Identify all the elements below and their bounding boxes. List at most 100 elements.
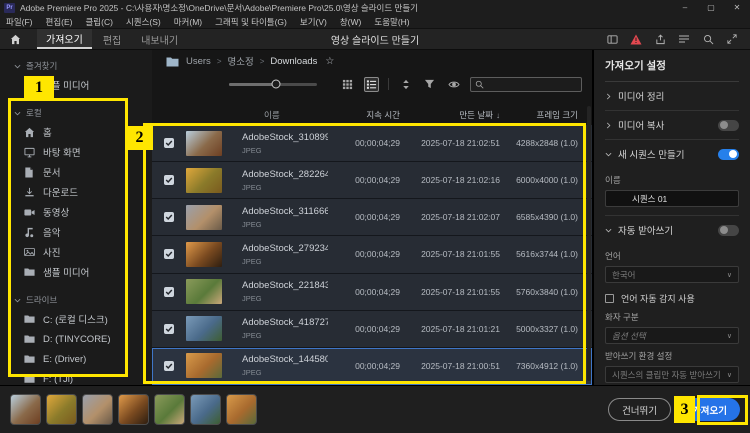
row-checkbox[interactable] (164, 175, 174, 186)
local-item-2[interactable]: 바탕 화면 (0, 142, 152, 162)
column-duration[interactable]: 지속 시간 (328, 109, 400, 121)
media-copy-toggle[interactable] (718, 119, 739, 131)
language-select[interactable]: 한국어 ∨ (605, 266, 739, 283)
transcript-pref-select[interactable]: 시퀀스의 클립만 자동 받아쓰기 ∨ (605, 366, 739, 383)
row-checkbox[interactable] (164, 360, 174, 371)
local-item-8[interactable]: 샘플 미디어 (0, 262, 152, 282)
file-thumbnail (186, 316, 222, 342)
menu-item-2[interactable]: 편집(E) (46, 16, 73, 28)
file-created: 2025-07-18 21:01:55 (421, 249, 500, 260)
local-item-5[interactable]: 동영상 (0, 202, 152, 222)
favorites-section-header[interactable]: 즐겨찾기 (0, 56, 152, 75)
menu-item-1[interactable]: 파일(F) (6, 16, 33, 28)
section-media-copy[interactable]: 미디어 복사 (605, 111, 739, 140)
menu-item-3[interactable]: 클립(C) (85, 16, 112, 28)
local-item-3[interactable]: 문서 (0, 162, 152, 182)
strip-thumbnail[interactable] (82, 394, 113, 425)
favorite-star-icon[interactable]: ☆ (325, 56, 334, 67)
fullscreen-icon[interactable] (726, 33, 738, 45)
menu-item-9[interactable]: 도움말(H) (374, 16, 409, 28)
row-checkbox[interactable] (164, 249, 174, 260)
section-media-organize[interactable]: 미디어 정리 (605, 82, 739, 111)
quick-search-icon[interactable] (702, 33, 714, 45)
row-checkbox[interactable] (164, 212, 174, 223)
table-row[interactable]: AdobeStock_310899965 JPEG 00;00;04;29 2025-… (152, 125, 592, 163)
strip-thumbnail[interactable] (10, 394, 41, 425)
file-name: AdobeStock_144580870 (242, 354, 328, 366)
table-row[interactable]: AdobeStock_311666042 JPEG 00;00;04;29 2025-… (152, 199, 592, 237)
local-section-label: 로컬 (26, 108, 42, 118)
table-row[interactable]: AdobeStock_282264778 JPEG 00;00;04;29 2025-… (152, 162, 592, 200)
row-checkbox[interactable] (164, 138, 174, 149)
new-sequence-toggle[interactable] (718, 148, 739, 160)
table-row[interactable]: AdobeStock_279234009 JPEG 00;00;04;29 2025-… (152, 236, 592, 274)
minimize-button[interactable]: – (672, 0, 698, 15)
file-format: JPEG (242, 256, 262, 266)
grid-view-icon[interactable] (340, 77, 355, 92)
row-checkbox[interactable] (164, 286, 174, 297)
section-new-sequence[interactable]: 새 시퀀스 만들기 (605, 140, 739, 168)
local-item-6[interactable]: 음악 (0, 222, 152, 242)
breadcrumb-segment[interactable]: Downloads (270, 56, 317, 67)
tab-import[interactable]: 가져오기 (37, 29, 92, 49)
column-frame-size[interactable]: 프레임 크기 (500, 109, 592, 121)
warning-icon[interactable] (630, 33, 642, 45)
share-icon[interactable] (654, 33, 666, 45)
speaker-select[interactable]: 옵션 선택 ∨ (605, 327, 739, 344)
header-icons (606, 33, 750, 45)
drive-item-1[interactable]: C: (로컬 디스크) (0, 309, 152, 329)
strip-thumbnail[interactable] (154, 394, 185, 425)
maximize-button[interactable]: ▢ (698, 0, 724, 15)
sort-icon[interactable] (398, 77, 413, 92)
vertical-scrollbar[interactable] (587, 106, 591, 381)
table-row[interactable]: AdobeStock_144580870 JPEG 00;00;04;29 2025-… (152, 347, 592, 385)
search-input[interactable] (488, 79, 577, 89)
column-name[interactable]: 이름 (234, 109, 328, 121)
menu-item-8[interactable]: 창(W) (340, 16, 362, 28)
menu-item-5[interactable]: 마커(M) (174, 16, 202, 28)
breadcrumb-segment[interactable]: 명소정 (227, 54, 253, 68)
main-area: 즐겨찾기 샘플 미디어 로컬 홈 바탕 화면 문서 다운로드 동영상 음악 사진 샘플 미디어… (0, 50, 750, 385)
local-item-1[interactable]: 홈 (0, 122, 152, 142)
strip-thumbnail[interactable] (190, 394, 221, 425)
row-checkbox[interactable] (164, 323, 174, 334)
drives-section-header[interactable]: 드라이브 (0, 290, 152, 309)
menu-item-7[interactable]: 보기(V) (300, 16, 327, 28)
tab-edit[interactable]: 편집 (94, 29, 130, 49)
thumbnail-size-slider[interactable] (229, 79, 317, 89)
tab-export[interactable]: 내보내기 (132, 29, 187, 49)
strip-thumbnail[interactable] (118, 394, 149, 425)
local-item-4[interactable]: 다운로드 (0, 182, 152, 202)
drive-item-2[interactable]: D: (TINYCORE) (0, 329, 152, 349)
filter-icon[interactable] (422, 77, 437, 92)
drive-item-4[interactable]: F: (TJl) (0, 369, 152, 385)
table-row[interactable]: AdobeStock_221843437 JPEG 00;00;04;29 2025-… (152, 273, 592, 311)
list-view-icon[interactable] (364, 76, 379, 92)
close-button[interactable]: ✕ (724, 0, 750, 15)
stack-icon[interactable] (678, 33, 690, 45)
home-icon[interactable] (10, 34, 21, 45)
import-button[interactable]: 가져오기 (679, 398, 740, 421)
skip-button[interactable]: 건너뛰기 (608, 398, 672, 421)
preview-eye-icon[interactable] (446, 77, 461, 92)
sequence-name-input[interactable]: 시퀀스 01 (605, 190, 739, 207)
drive-item-3[interactable]: E: (Driver) (0, 349, 152, 369)
favorites-item-1[interactable]: 샘플 미디어 (0, 75, 152, 95)
workspace-icon[interactable] (606, 33, 618, 45)
local-item-7[interactable]: 사진 (0, 242, 152, 262)
breadcrumb-segment[interactable]: Users (186, 56, 211, 67)
column-created[interactable]: 만든 날짜 ↓ (400, 109, 500, 121)
local-section-header[interactable]: 로컬 (0, 103, 152, 122)
strip-thumbnail[interactable] (226, 394, 257, 425)
section-auto-transcribe[interactable]: 자동 받아쓰기 (605, 216, 739, 244)
strip-thumbnail[interactable] (46, 394, 77, 425)
local-item-label: 동영상 (43, 208, 70, 219)
auto-transcribe-toggle[interactable] (718, 224, 739, 236)
menu-item-6[interactable]: 그래픽 및 타이틀(G) (215, 16, 287, 28)
table-row[interactable]: AdobeStock_418727642 JPEG 00;00;04;29 2025-… (152, 310, 592, 348)
file-duration: 00;00;04;29 (355, 323, 400, 334)
auto-detect-row[interactable]: 언어 자동 감지 사용 (605, 292, 739, 305)
auto-detect-checkbox[interactable] (605, 294, 614, 303)
menu-item-4[interactable]: 시퀀스(S) (126, 16, 161, 28)
import-settings-panel: 가져오기 설정 미디어 정리 미디어 복사 새 시퀀스 만들기 이름 시퀀스 0… (593, 50, 750, 385)
